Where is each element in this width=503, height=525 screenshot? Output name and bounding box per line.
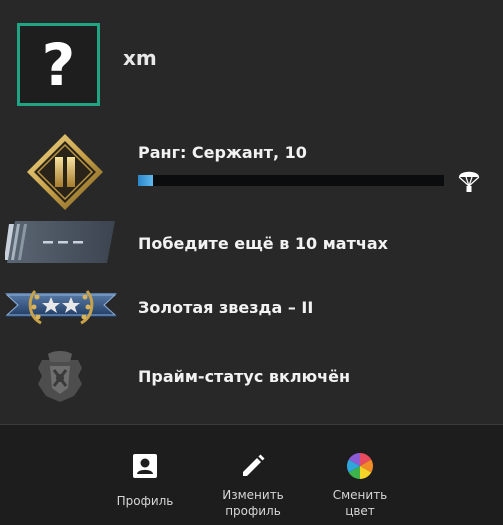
avatar[interactable]: ?: [17, 23, 100, 106]
wins-needed-label: Победите ещё в 10 матчах: [138, 234, 388, 253]
avatar-question-mark: ?: [41, 30, 76, 99]
rank-progress-bar: [138, 175, 444, 186]
change-color-button[interactable]: Сменить цвет: [320, 425, 400, 525]
profile-panel: ? xm Ранг: Сержант, 10 Победите ещё в 10…: [0, 0, 503, 525]
pencil-icon: [240, 451, 266, 481]
prime-status-label: Прайм-статус включён: [138, 367, 351, 386]
unranked-skill-group-icon: [4, 220, 117, 268]
profile-button[interactable]: Профиль: [105, 425, 185, 525]
rank-progress-fill: [138, 175, 154, 186]
profile-button-label: Профиль: [116, 494, 174, 508]
change-color-label: Сменить цвет: [332, 488, 388, 518]
edit-profile-button[interactable]: Изменить профиль: [213, 425, 293, 525]
skill-group-label: Золотая звезда – II: [138, 298, 314, 317]
profile-icon: [132, 451, 158, 481]
prime-badge-icon: [34, 350, 86, 408]
parachute-icon: [458, 167, 480, 197]
rank-label: Ранг: Сержант, 10: [138, 143, 307, 162]
footer-bar: Профиль Изменить профиль Сменить цвет: [0, 424, 503, 525]
gold-nova-2-icon: [5, 283, 117, 333]
edit-profile-label: Изменить профиль: [222, 488, 284, 518]
username: xm: [123, 46, 157, 70]
sergeant-rank-icon: [24, 131, 106, 217]
color-wheel-icon: [346, 451, 374, 481]
